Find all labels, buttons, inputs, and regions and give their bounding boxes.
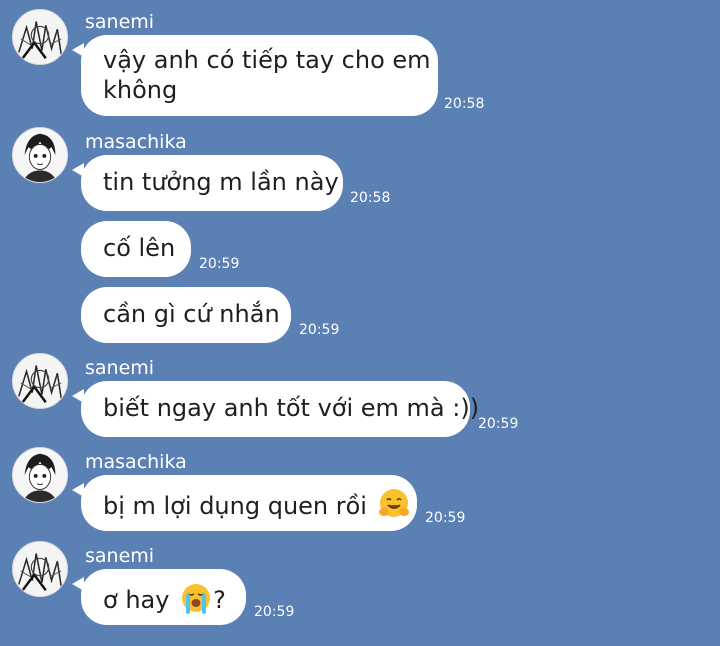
sanemi-avatar-drawing: [13, 354, 67, 408]
message-bubble[interactable]: biết ngay anh tốt với em mà :)): [72, 381, 479, 437]
sender-name: sanemi: [85, 357, 155, 379]
masachika-avatar-drawing: [13, 448, 67, 502]
message-text-line: vậy anh có tiếp tay cho em: [103, 46, 431, 74]
message-time: 20:58: [444, 96, 485, 112]
masachika-avatar-drawing: [13, 128, 67, 182]
crying-face-icon: [182, 584, 211, 614]
message-time: 20:59: [425, 510, 466, 526]
message-text: ơ hay: [103, 586, 170, 614]
message-bubble[interactable]: ơ hay ?: [72, 569, 246, 625]
sanemi-avatar[interactable]: [12, 541, 68, 597]
sanemi-avatar-drawing: [13, 542, 67, 596]
message-bubble[interactable]: bị m lợi dụng quen rồi: [72, 475, 417, 531]
loudly-crying-face-emoji: [179, 581, 213, 615]
sender-name: masachika: [85, 451, 187, 473]
message-time: 20:59: [478, 416, 519, 432]
message-bubble[interactable]: vậy anh có tiếp tay cho em không: [72, 35, 438, 116]
masachika-avatar[interactable]: [12, 127, 68, 183]
message-text-suffix: ?: [213, 586, 226, 614]
sender-name: masachika: [85, 131, 187, 153]
message-text: bị m lợi dụng quen rồi: [103, 492, 367, 520]
masachika-avatar[interactable]: [12, 447, 68, 503]
message-bubble[interactable]: cần gì cứ nhắn: [81, 287, 291, 343]
hugging-face-icon: [378, 489, 409, 517]
hugging-face-emoji: [377, 487, 411, 521]
sanemi-avatar[interactable]: [12, 353, 68, 409]
message-time: 20:59: [299, 322, 340, 338]
chat-view: sanemi vậy anh có tiếp tay cho em không …: [0, 0, 720, 646]
sender-name: sanemi: [85, 11, 155, 33]
sanemi-avatar-drawing: [13, 10, 67, 64]
sanemi-avatar[interactable]: [12, 9, 68, 65]
sender-name: sanemi: [85, 545, 155, 567]
message-text: biết ngay anh tốt với em mà :)): [103, 394, 480, 422]
message-bubble[interactable]: cố lên: [81, 221, 191, 277]
message-time: 20:58: [350, 190, 391, 206]
message-bubble[interactable]: tin tưởng m lần này: [72, 155, 343, 211]
message-text: cố lên: [103, 234, 176, 262]
message-time: 20:59: [199, 256, 240, 272]
message-time: 20:59: [254, 604, 295, 620]
message-text: tin tưởng m lần này: [103, 168, 339, 196]
message-text-line: không: [103, 76, 178, 104]
message-text: cần gì cứ nhắn: [103, 300, 280, 328]
